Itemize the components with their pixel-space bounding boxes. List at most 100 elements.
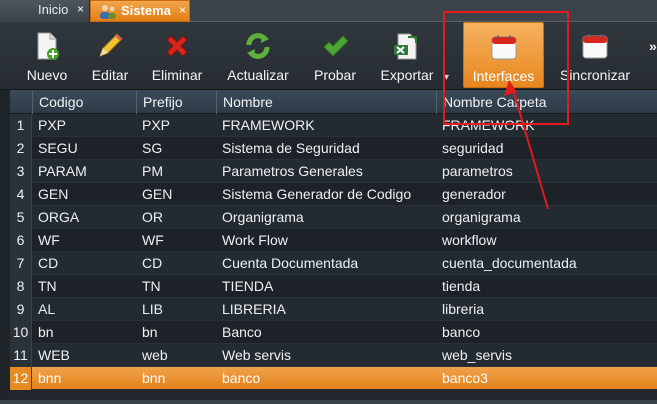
row-number: 10	[10, 321, 32, 344]
button-label: Editar	[91, 67, 129, 83]
table-row[interactable]: 12 bnn bnn banco banco3	[10, 367, 657, 390]
row-number: 8	[10, 275, 32, 298]
toolbar-scroll-icon[interactable]: »	[649, 38, 657, 54]
exportar-button[interactable]: Exportar	[374, 22, 440, 88]
probar-button[interactable]: Probar	[306, 22, 364, 88]
table-row[interactable]: 3 PARAM PM Parametros Generales parametros	[10, 160, 657, 183]
close-icon[interactable]: ×	[77, 0, 84, 19]
table-row[interactable]: 11 WEB web Web servis web_servis	[10, 344, 657, 367]
cell-nombre-carpeta: cuenta_documentada	[442, 255, 577, 271]
cell-prefijo: web	[142, 347, 168, 363]
cell-nombre: Sistema Generador de Codigo	[222, 186, 412, 202]
cell-codigo: PXP	[38, 117, 67, 133]
grid-footer-edge	[0, 400, 657, 404]
cell-codigo: bnn	[38, 370, 62, 386]
cell-nombre-carpeta: banco	[442, 324, 481, 340]
column-header-codigo[interactable]: Codigo	[32, 90, 136, 114]
cell-nombre-carpeta: tienda	[442, 278, 481, 294]
tab-label: Inicio	[38, 2, 69, 17]
cell-prefijo: PM	[142, 163, 163, 179]
row-number: 11	[10, 344, 32, 367]
button-label: Exportar	[380, 67, 434, 83]
close-icon[interactable]: ×	[179, 0, 186, 20]
cell-nombre: Banco	[222, 324, 262, 340]
checkmark-icon	[323, 35, 349, 57]
red-x-icon	[166, 35, 188, 57]
new-document-icon	[37, 32, 59, 60]
row-number: 3	[10, 160, 32, 183]
tab-inicio[interactable]: Inicio ×	[0, 0, 90, 22]
cell-nombre: Parametros Generales	[222, 163, 363, 179]
systems-grid: Codigo Prefijo Nombre Nombre Carpeta 1 PX…	[10, 90, 657, 400]
calendar-icon	[582, 34, 608, 59]
row-number: 4	[10, 183, 32, 206]
cell-codigo: bn	[38, 324, 54, 340]
cell-prefijo: bnn	[142, 370, 166, 386]
cell-codigo: SEGU	[38, 140, 78, 156]
cell-codigo: GEN	[38, 186, 69, 202]
cell-nombre-carpeta: organigrama	[442, 209, 521, 225]
cell-nombre-carpeta: web_servis	[442, 347, 513, 363]
users-icon	[100, 5, 116, 19]
button-label: Eliminar	[151, 67, 203, 83]
tab-label: Sistema	[121, 3, 171, 18]
cell-nombre-carpeta: workflow	[442, 232, 497, 248]
cell-prefijo: OR	[142, 209, 163, 225]
table-row[interactable]: 7 CD CD Cuenta Documentada cuenta_documentad…	[10, 252, 657, 275]
cell-prefijo: LIB	[142, 301, 164, 317]
cell-nombre: FRAMEWORK	[222, 117, 315, 133]
tab-sistema[interactable]: Sistema ×	[90, 0, 190, 22]
app-window: Inicio × Sistema × Nuevo Editar Eliminar…	[0, 0, 657, 404]
cell-nombre-carpeta: banco3	[442, 370, 488, 386]
cell-nombre: LIBRERIA	[222, 301, 286, 317]
cell-nombre: Work Flow	[222, 232, 288, 248]
export-icon	[394, 33, 417, 60]
table-row[interactable]: 8 TN TN TIENDA tienda	[10, 275, 657, 298]
cell-nombre: TIENDA	[222, 278, 274, 294]
column-header-nombre[interactable]: Nombre	[216, 90, 436, 114]
refresh-icon	[246, 33, 270, 59]
actualizar-button[interactable]: Actualizar	[222, 22, 294, 88]
cell-prefijo: GEN	[142, 186, 173, 202]
cell-prefijo: bn	[142, 324, 158, 340]
table-row[interactable]: 4 GEN GEN Sistema Generador de Codigo genera…	[10, 183, 657, 206]
row-number: 5	[10, 206, 32, 229]
cell-nombre: Cuenta Documentada	[222, 255, 359, 271]
cell-codigo: AL	[38, 301, 56, 317]
table-row[interactable]: 9 AL LIB LIBRERIA libreria	[10, 298, 657, 321]
button-label: Probar	[313, 67, 357, 83]
cell-nombre: Sistema de Seguridad	[222, 140, 360, 156]
table-row[interactable]: 10 bn bn Banco banco	[10, 321, 657, 344]
cell-prefijo: PXP	[142, 117, 171, 133]
eliminar-button[interactable]: Eliminar	[145, 22, 209, 88]
cell-nombre-carpeta: parametros	[442, 163, 513, 179]
button-label: Actualizar	[227, 67, 289, 83]
editar-button[interactable]: Editar	[82, 22, 138, 88]
table-row[interactable]: 6 WF WF Work Flow workflow	[10, 229, 657, 252]
cell-prefijo: WF	[142, 232, 164, 248]
cell-prefijo: TN	[142, 278, 161, 294]
cell-nombre-carpeta: seguridad	[442, 140, 504, 156]
cell-nombre: Web servis	[222, 347, 291, 363]
nuevo-button[interactable]: Nuevo	[16, 22, 78, 88]
cell-prefijo: SG	[142, 140, 163, 156]
row-number: 1	[10, 114, 32, 137]
cell-nombre-carpeta: libreria	[442, 301, 485, 317]
column-header-prefijo[interactable]: Prefijo	[136, 90, 216, 114]
row-number: 12	[10, 367, 32, 390]
table-row[interactable]: 5 ORGA OR Organigrama organigrama	[10, 206, 657, 229]
table-row[interactable]: 2 SEGU SG Sistema de Seguridad seguridad	[10, 137, 657, 160]
cell-nombre-carpeta: generador	[442, 186, 506, 202]
pencil-icon	[99, 33, 123, 57]
row-number: 9	[10, 298, 32, 321]
cell-nombre: banco	[222, 370, 261, 386]
cell-codigo: CD	[38, 255, 59, 271]
row-number: 2	[10, 137, 32, 160]
cell-codigo: WF	[38, 232, 60, 248]
button-label: Nuevo	[26, 67, 68, 83]
cell-prefijo: CD	[142, 255, 163, 271]
row-number: 7	[10, 252, 32, 275]
cell-codigo: WEB	[38, 347, 70, 363]
row-number: 6	[10, 229, 32, 252]
cell-codigo: ORGA	[38, 209, 80, 225]
